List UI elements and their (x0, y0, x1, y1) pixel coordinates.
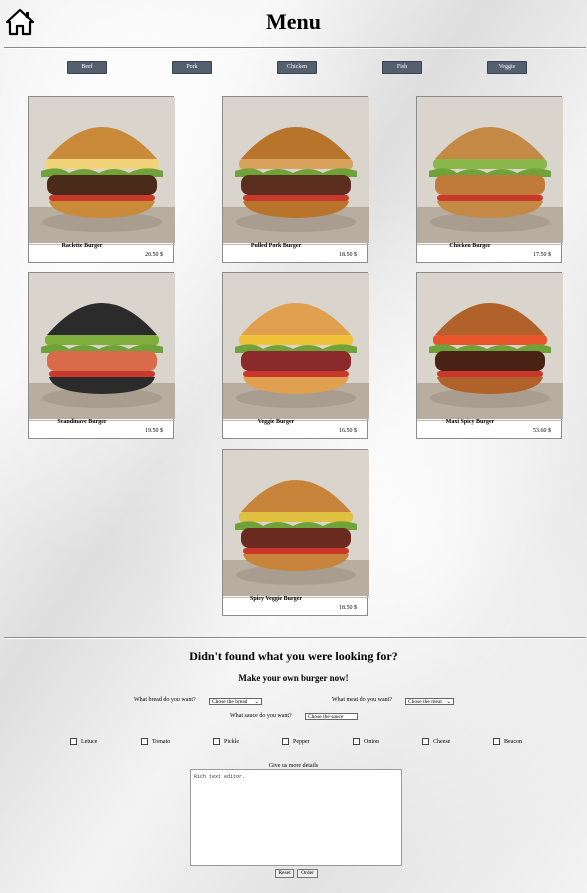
menu-item-card[interactable]: Scandinave Burger 19.50 $ (28, 272, 175, 439)
burger-image (29, 97, 175, 243)
chevron-down-icon: ⌄ (446, 699, 451, 705)
sauce-select-value: Chose the sauce (308, 714, 344, 720)
menu-item-card[interactable]: Pulled Pork Burger 18.50 $ (222, 96, 369, 263)
sauce-select[interactable]: Chose the sauce (305, 713, 358, 720)
menu-item-price: 18.50 $ (339, 605, 357, 611)
topping-label: Onion (364, 738, 379, 745)
details-rich-text-editor[interactable]: Rich text editor. (190, 769, 402, 866)
topping-option-beacon[interactable]: Beacon (493, 738, 522, 745)
menu-item-price: 16.50 $ (339, 428, 357, 434)
menu-item-price: 17.50 $ (533, 252, 551, 258)
checkbox[interactable] (213, 738, 220, 745)
bread-select-value: Chose the bread (212, 699, 248, 705)
burger-image (417, 97, 563, 243)
menu-item-price: 19.50 $ (145, 428, 163, 434)
burger-image (417, 273, 563, 419)
page-header: Menu (0, 0, 587, 48)
menu-item-name: Spicy Veggie Burger (250, 596, 302, 602)
burger-image (223, 450, 369, 596)
topping-label: Beacon (504, 738, 522, 745)
checkbox[interactable] (422, 738, 429, 745)
topping-option-pepper[interactable]: Pepper (282, 738, 310, 745)
menu-item-card[interactable]: Chicken Burger 17.50 $ (416, 96, 563, 263)
checkbox[interactable] (70, 738, 77, 745)
burger-image (223, 273, 369, 419)
checkbox[interactable] (141, 738, 148, 745)
menu-item-name: Scandinave Burger (57, 419, 107, 425)
topping-option-pickle[interactable]: Pickle (213, 738, 239, 745)
menu-item-price: 53.60 $ (533, 428, 551, 434)
category-button-pork[interactable]: Pork (172, 61, 212, 74)
burger-image (223, 97, 369, 243)
bread-select[interactable]: Chose the bread ⌄ (209, 698, 262, 705)
category-button-chicken[interactable]: Chicken (277, 61, 317, 74)
menu-item-name: Veggie Burger (257, 419, 295, 425)
order-button[interactable]: Order (297, 869, 318, 878)
topping-option-onion[interactable]: Onion (353, 738, 379, 745)
menu-item-card[interactable]: Maxi Spicy Burger 53.60 $ (416, 272, 563, 439)
topping-option-letuce[interactable]: Letuce (70, 738, 97, 745)
custom-heading: Didn't found what you were looking for? (189, 649, 398, 663)
topping-label: Tomato (152, 738, 171, 745)
topping-option-tomato[interactable]: Tomato (141, 738, 170, 745)
meat-label: What meat do you want? (332, 697, 392, 703)
topping-label: Pickle (224, 738, 239, 745)
bread-label: What bread do you want? (134, 697, 196, 703)
sauce-label: What sauce do you want? (230, 713, 292, 719)
menu-item-name: Pulled Pork Burger (250, 243, 302, 249)
page-title: Menu (266, 9, 321, 34)
menu-item-name: Chicken Burger (449, 243, 491, 249)
menu-item-name: Raclette Burger (61, 243, 103, 249)
category-button-beef[interactable]: Beef (67, 61, 107, 74)
category-button-fish[interactable]: Fish (382, 61, 422, 74)
checkbox[interactable] (282, 738, 289, 745)
menu-item-price: 20.50 $ (145, 252, 163, 258)
meat-select[interactable]: Chose the meat ⌄ (405, 698, 454, 705)
checkbox[interactable] (353, 738, 360, 745)
burger-image (29, 273, 175, 419)
topping-option-cheese[interactable]: Cheese (422, 738, 450, 745)
topping-label: Pepper (293, 738, 310, 745)
editor-placeholder: Rich text editor. (194, 774, 246, 780)
chevron-down-icon: ⌄ (254, 699, 259, 705)
menu-item-card[interactable]: Raclette Burger 20.50 $ (28, 96, 175, 263)
section-divider (4, 637, 586, 639)
menu-item-card[interactable]: Spicy Veggie Burger 18.50 $ (222, 449, 369, 616)
topping-label: Letuce (81, 738, 98, 745)
meat-select-value: Chose the meat (408, 699, 442, 705)
checkbox[interactable] (493, 738, 500, 745)
topping-label: Cheese (433, 738, 451, 745)
custom-subheading: Make your own burger now! (238, 673, 349, 683)
menu-item-name: Maxi Spicy Burger (445, 419, 495, 425)
menu-item-card[interactable]: Veggie Burger 16.50 $ (222, 272, 369, 439)
reset-button[interactable]: Reset (275, 869, 294, 878)
header-divider (4, 47, 586, 49)
menu-item-price: 18.50 $ (339, 252, 357, 258)
category-button-veggie[interactable]: Veggie (487, 61, 527, 74)
